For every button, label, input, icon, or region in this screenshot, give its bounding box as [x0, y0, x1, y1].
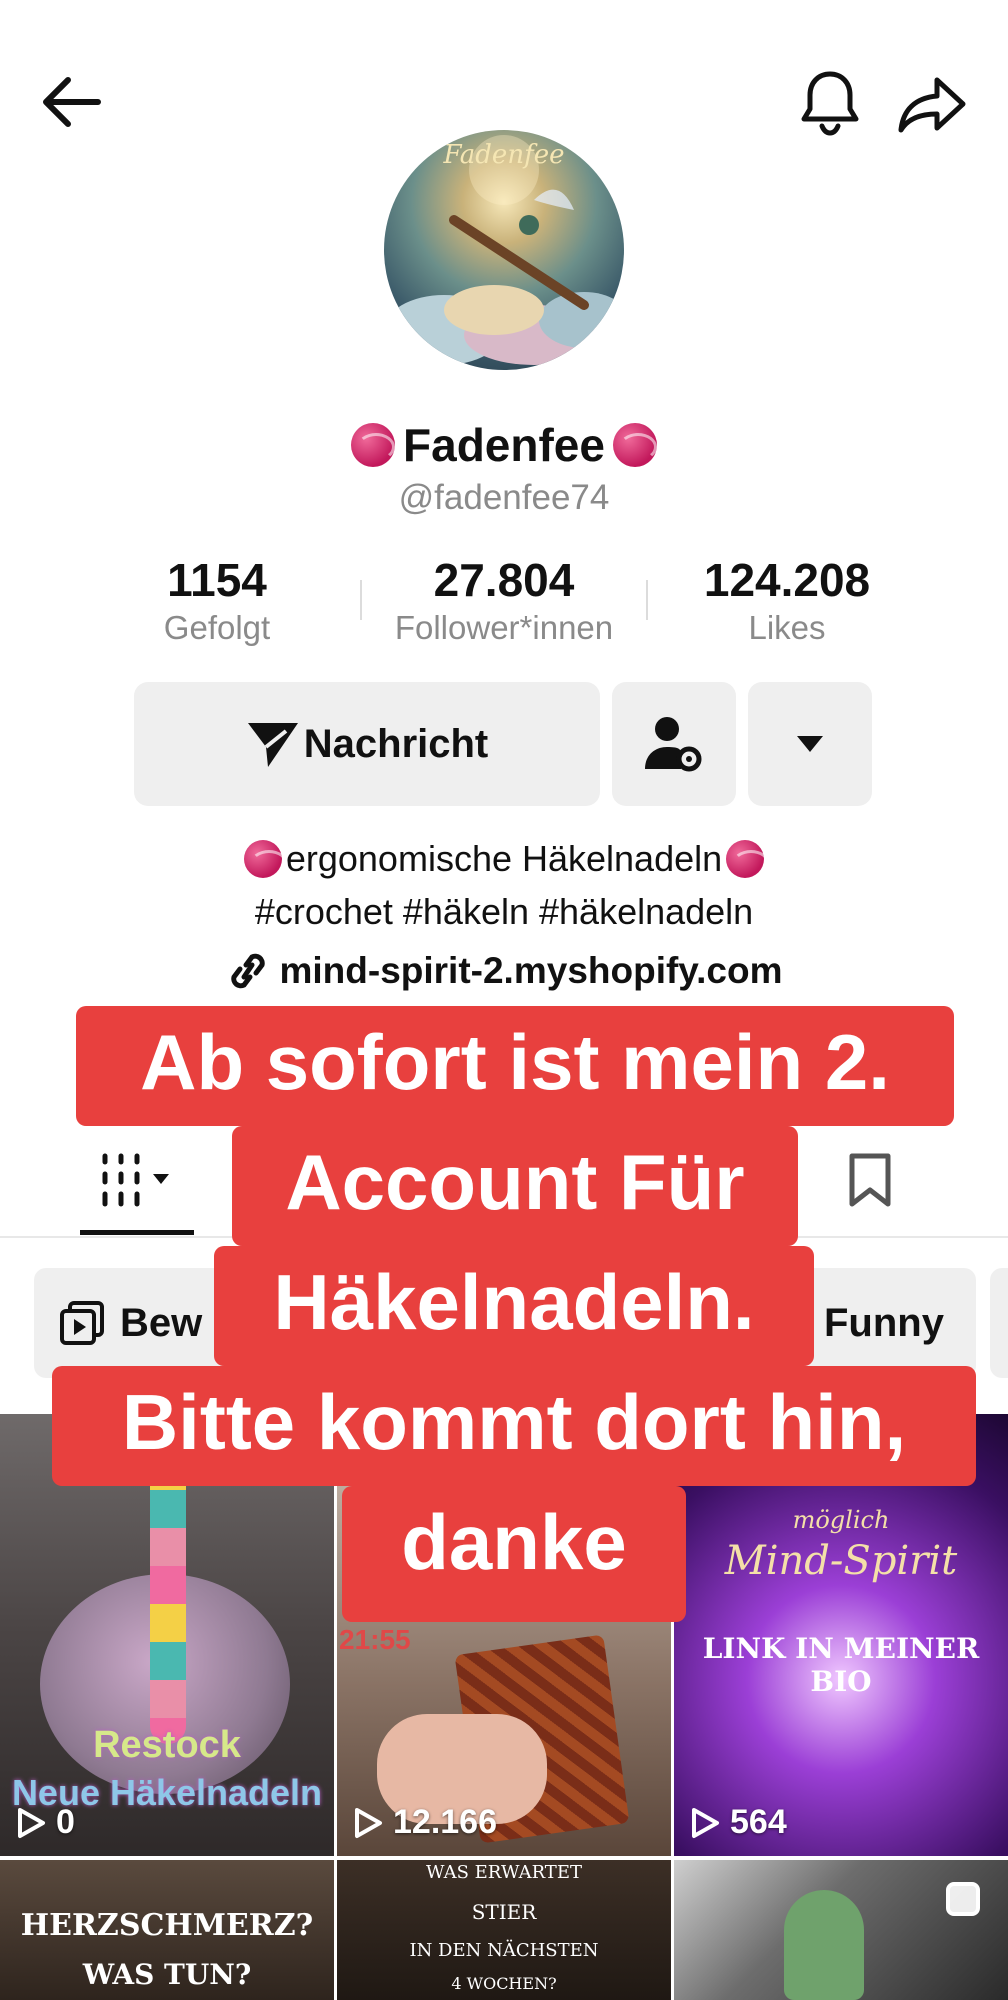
video-caption: HERZSCHMERZ? [20, 1908, 314, 1943]
playlist-chip-funny[interactable]: Funny [800, 1268, 976, 1378]
more-options-button[interactable] [748, 682, 872, 806]
share-button[interactable] [892, 64, 972, 144]
yarn-ball-icon [351, 423, 396, 467]
view-count: 12.166 [353, 1803, 497, 1842]
overlay-text-line: danke [342, 1486, 686, 1622]
video-caption: 4 WOCHEN? [451, 1974, 557, 1993]
video-caption: Restock [93, 1724, 241, 1766]
following-count: 1154 [167, 554, 267, 606]
chip-label: Bew [120, 1300, 203, 1345]
message-button-label: Nachricht [303, 721, 489, 766]
user-settings-icon [645, 717, 702, 772]
send-icon [247, 723, 298, 767]
video-caption: WAS ERWARTET [426, 1862, 582, 1883]
username-handle: @fadenfee74 [398, 478, 610, 517]
bio-text-1: ergonomische Häkelnadeln [285, 838, 723, 879]
view-count: 564 [690, 1803, 787, 1842]
view-count-value: 12.166 [393, 1803, 497, 1841]
message-button[interactable]: Nachricht [134, 682, 600, 806]
following-stat[interactable]: 1154 Gefolgt [102, 553, 332, 647]
play-icon [692, 1807, 719, 1838]
friend-settings-button[interactable] [612, 682, 736, 806]
overlay-text-line: Häkelnadeln. [214, 1246, 814, 1366]
yarn-ball-icon [612, 423, 657, 467]
view-count: 0 [16, 1803, 75, 1842]
back-button[interactable] [30, 70, 110, 134]
video-caption: Mind-Spirit [724, 1538, 958, 1584]
caret-down-icon [797, 736, 823, 752]
video-caption: IN DEN NÄCHSTEN [409, 1940, 599, 1961]
stat-divider [646, 580, 648, 620]
likes-stat[interactable]: 124.208 Likes [672, 553, 902, 647]
video-caption: STIER [471, 1900, 537, 1924]
notifications-button[interactable] [790, 62, 870, 142]
followers-label: Follower*innen [394, 609, 614, 646]
video-timestamp: 21:55 [339, 1624, 411, 1655]
overlay-text-line: Bitte kommt dort hin, [52, 1366, 976, 1486]
play-icon [355, 1807, 382, 1838]
video-caption: möglich [792, 1506, 890, 1534]
playlist-chip-bew[interactable]: Bew [34, 1268, 244, 1378]
yarn-ball-icon [726, 840, 771, 878]
view-count-value: 0 [56, 1803, 75, 1841]
tab-saved[interactable] [800, 1140, 940, 1220]
video-thumbnail[interactable]: WAS ERWARTET STIER IN DEN NÄCHSTEN 4 WOC… [337, 1860, 671, 2000]
avatar-logo-text: Fadenfee [443, 140, 565, 170]
followers-stat[interactable]: 27.804 Follower*innen [364, 553, 644, 647]
stat-divider [360, 580, 362, 620]
yarn-ball-icon [243, 840, 288, 878]
bell-icon [801, 71, 859, 136]
video-thumbnail[interactable]: HERZSCHMERZ? WAS TUN? [0, 1860, 334, 2000]
tab-videos[interactable] [80, 1140, 194, 1220]
chip-label: Funny [824, 1300, 944, 1345]
bio-line-1: ergonomische Häkelnadeln [0, 838, 1008, 880]
playlist-icon [60, 1301, 104, 1345]
profile-avatar[interactable]: Fadenfee [384, 130, 624, 370]
video-thumbnail[interactable] [674, 1860, 1008, 2000]
bookmark-icon [849, 1153, 891, 1207]
bio-link[interactable]: mind-spirit-2.myshopify.com [0, 950, 1008, 992]
active-tab-indicator [80, 1230, 194, 1235]
overlay-text-line: Ab sofort ist mein 2. [76, 1006, 954, 1126]
display-name-text: Fadenfee [403, 419, 605, 471]
link-icon [230, 953, 265, 989]
arrow-left-icon [43, 77, 101, 127]
video-caption: WAS TUN? [82, 1958, 252, 1991]
display-name: Fadenfee [0, 418, 1008, 472]
view-count-value: 564 [730, 1803, 787, 1841]
play-icon [18, 1807, 45, 1838]
likes-count: 124.208 [703, 554, 871, 606]
likes-label: Likes [748, 609, 826, 646]
bio-line-2: #crochet #häkeln #häkelnadeln [254, 891, 754, 932]
overlay-text-line: Account Für [232, 1126, 798, 1246]
share-arrow-icon [898, 77, 966, 133]
bio-link-text: mind-spirit-2.myshopify.com [279, 950, 783, 991]
carousel-icon [946, 1882, 980, 1916]
video-caption: LINK IN MEINER BIO [702, 1632, 980, 1698]
playlist-chip-more[interactable] [990, 1268, 1008, 1378]
grid-icon [102, 1153, 169, 1207]
followers-count: 27.804 [433, 554, 575, 606]
following-label: Gefolgt [163, 609, 271, 646]
figurine-image [784, 1890, 864, 2000]
